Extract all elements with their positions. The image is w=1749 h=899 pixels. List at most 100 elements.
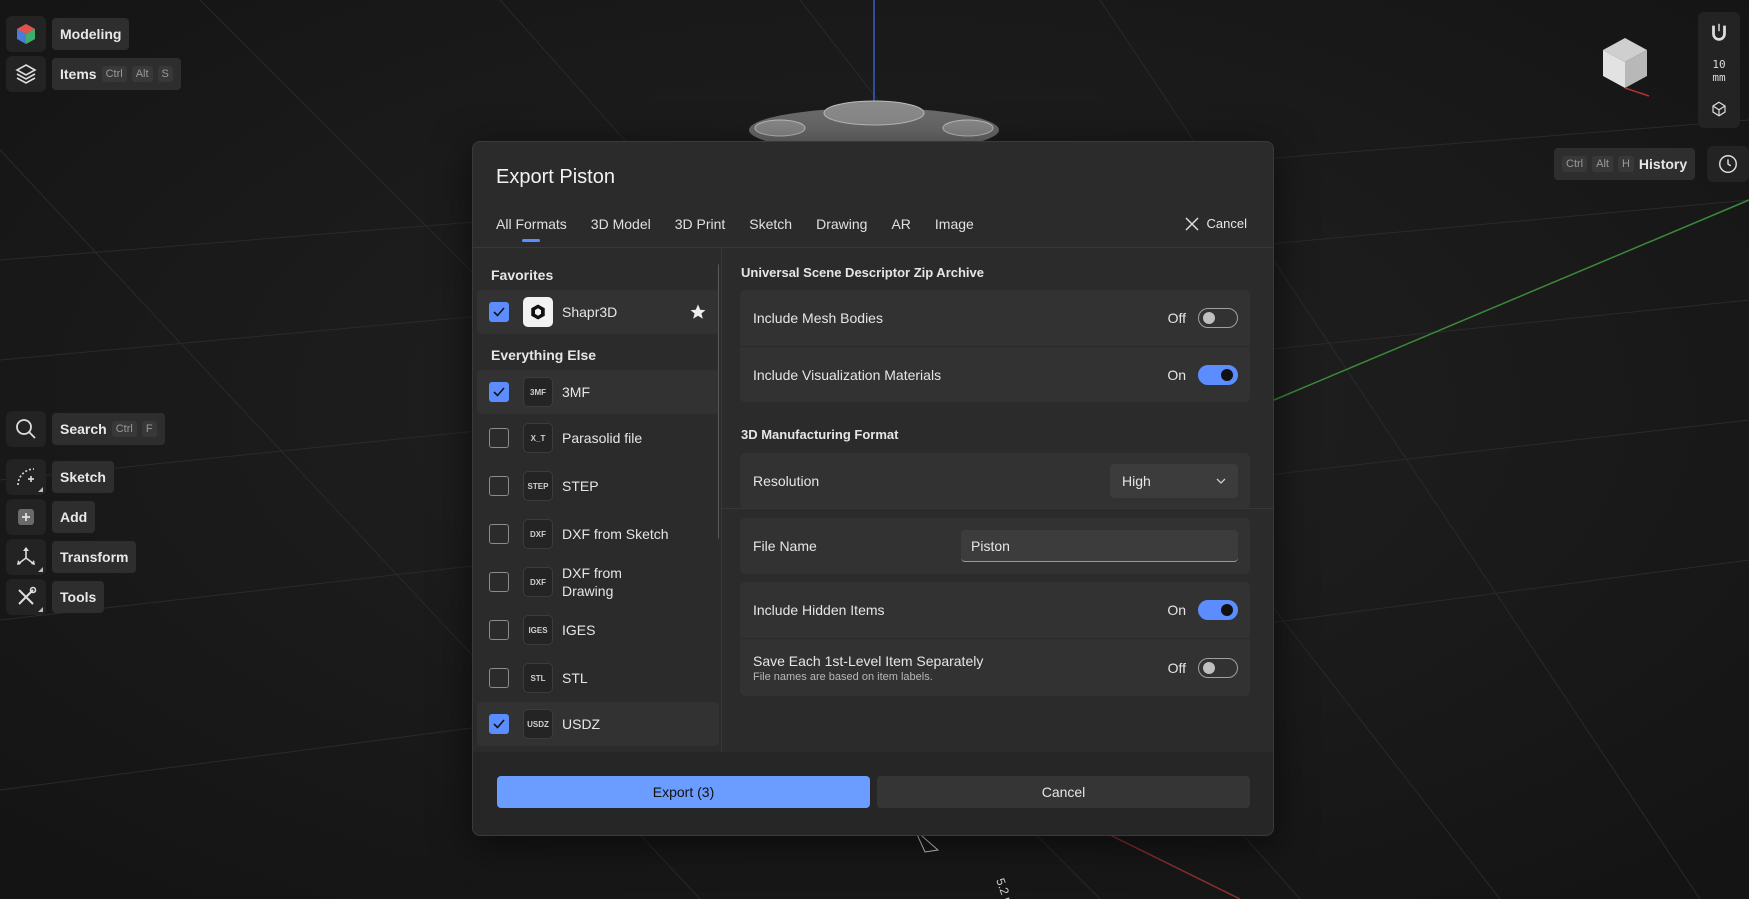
shapr3d-icon — [523, 297, 553, 327]
search-label: Search Ctrl F — [52, 413, 165, 445]
toggle-group: Off — [1167, 657, 1238, 678]
list-item-dxf-drawing[interactable]: DXF DXF from Drawing — [477, 558, 719, 606]
list-item-iges[interactable]: IGES IGES — [477, 606, 719, 654]
modeling-workspace-button[interactable] — [6, 16, 46, 52]
transform-icon — [17, 547, 35, 565]
hidden-items-label: Include Hidden Items — [753, 602, 885, 618]
checkbox[interactable] — [489, 476, 509, 496]
tab-image[interactable]: Image — [923, 216, 986, 244]
toggle-state: Off — [1167, 310, 1186, 326]
list-item-3mf[interactable]: 3MF 3MF — [477, 370, 719, 414]
checkbox[interactable] — [489, 620, 509, 640]
separate-items-toggle[interactable] — [1198, 657, 1238, 678]
tab-sketch[interactable]: Sketch — [737, 216, 804, 244]
checkbox[interactable] — [489, 524, 509, 544]
search-row[interactable]: Search Ctrl F — [6, 411, 165, 447]
checkbox[interactable] — [489, 302, 509, 322]
chevron-down-icon — [1216, 478, 1226, 484]
tab-ar[interactable]: AR — [879, 216, 922, 244]
tab-drawing[interactable]: Drawing — [804, 216, 879, 244]
file-name-input[interactable]: Piston — [961, 530, 1238, 562]
list-item-stl[interactable]: STL STL — [477, 654, 719, 702]
list-item-usdz[interactable]: USDZ USDZ — [477, 702, 719, 746]
sketch-icon — [17, 468, 35, 486]
search-icon — [16, 419, 36, 439]
transform-button[interactable] — [6, 539, 46, 575]
step-icon: STEP — [523, 471, 553, 501]
items-label: Items Ctrl Alt S — [52, 58, 181, 90]
list-scrollbar[interactable] — [718, 264, 719, 539]
file-name-card: File Name Piston — [740, 518, 1250, 574]
modeling-row[interactable]: Modeling — [6, 16, 130, 52]
export-button[interactable]: Export (3) — [497, 776, 870, 808]
list-item-step[interactable]: STEP STEP — [477, 462, 719, 510]
tab-3d-print[interactable]: 3D Print — [663, 216, 738, 244]
checkmark-icon — [493, 387, 505, 397]
toggle-group: Off — [1168, 308, 1238, 328]
usdz-section-title: Universal Scene Descriptor Zip Archive — [741, 265, 985, 280]
checkbox[interactable] — [489, 714, 509, 734]
shortcut-key: Alt — [131, 66, 153, 82]
dialog-close-button[interactable]: Cancel — [1185, 216, 1247, 231]
clock-icon — [1719, 155, 1738, 173]
star-icon[interactable] — [689, 303, 707, 321]
dialog-close-label: Cancel — [1206, 216, 1247, 231]
separate-items-text: Save Each 1st-Level Item Separately File… — [753, 653, 983, 683]
snap-button[interactable] — [1708, 18, 1730, 48]
search-button[interactable] — [6, 411, 46, 447]
checkmark-icon — [493, 307, 505, 317]
checkbox[interactable] — [489, 382, 509, 402]
grid-size-button[interactable]: 10 mm — [1712, 58, 1725, 84]
sketch-button[interactable] — [6, 459, 46, 495]
everything-else-heading: Everything Else — [491, 347, 597, 363]
history-button[interactable] — [1707, 146, 1749, 182]
hidden-items-toggle[interactable] — [1198, 600, 1238, 620]
add-button[interactable] — [6, 499, 46, 535]
history-label-text: History — [1638, 156, 1688, 172]
transform-row[interactable]: Transform — [6, 539, 137, 575]
modeling-icon — [17, 24, 35, 44]
toggle-state: Off — [1167, 659, 1186, 676]
list-item-dxf-sketch[interactable]: DXF DXF from Sketch — [477, 510, 719, 558]
include-mesh-toggle[interactable] — [1198, 308, 1238, 328]
checkbox[interactable] — [489, 428, 509, 448]
separate-items-label: Save Each 1st-Level Item Separately — [753, 652, 984, 669]
include-materials-label: Include Visualization Materials — [753, 366, 942, 383]
cancel-button[interactable]: Cancel — [877, 776, 1250, 808]
history-row[interactable]: Ctrl Alt H History — [1554, 146, 1749, 182]
checkbox[interactable] — [489, 572, 509, 592]
tab-3d-model[interactable]: 3D Model — [579, 216, 663, 244]
dxf-icon: DXF — [523, 567, 553, 597]
shortcut-key: Ctrl — [101, 66, 127, 82]
list-item-parasolid[interactable]: X_T Parasolid file — [477, 414, 719, 462]
resolution-select[interactable]: High — [1110, 464, 1238, 498]
separate-items-row: Save Each 1st-Level Item Separately File… — [740, 638, 1250, 696]
add-row[interactable]: Add — [6, 499, 96, 535]
format-label: Shapr3D — [562, 304, 618, 320]
format-label: DXF from Sketch — [562, 526, 669, 542]
tools-row[interactable]: Tools — [6, 579, 105, 615]
dialog-title: Export Piston — [496, 166, 615, 188]
items-row[interactable]: Items Ctrl Alt S — [6, 56, 181, 92]
format-label: Parasolid file — [562, 430, 643, 446]
tools-label: Tools — [52, 581, 105, 613]
checkbox[interactable] — [489, 668, 509, 688]
3mf-icon: 3MF — [523, 377, 553, 407]
sketch-row[interactable]: Sketch — [6, 459, 114, 495]
divider — [722, 508, 1273, 509]
toggle-group: On — [1167, 600, 1238, 620]
magnet-icon — [1712, 23, 1726, 41]
favorites-heading: Favorites — [491, 267, 554, 283]
include-mesh-row: Include Mesh Bodies Off — [740, 290, 1250, 346]
tab-all-formats[interactable]: All Formats — [496, 216, 579, 244]
items-button[interactable] — [6, 56, 46, 92]
shortcut-key: Ctrl — [111, 421, 137, 437]
submenu-indicator — [38, 607, 43, 612]
history-label: Ctrl Alt H History — [1554, 148, 1696, 180]
tools-button[interactable] — [6, 579, 46, 615]
format-label: DXF from Drawing — [562, 565, 622, 599]
include-materials-toggle[interactable] — [1198, 364, 1238, 385]
items-label-text: Items — [60, 66, 97, 82]
list-item-shapr3d[interactable]: Shapr3D — [477, 290, 719, 334]
view-mode-button[interactable] — [1710, 96, 1728, 122]
